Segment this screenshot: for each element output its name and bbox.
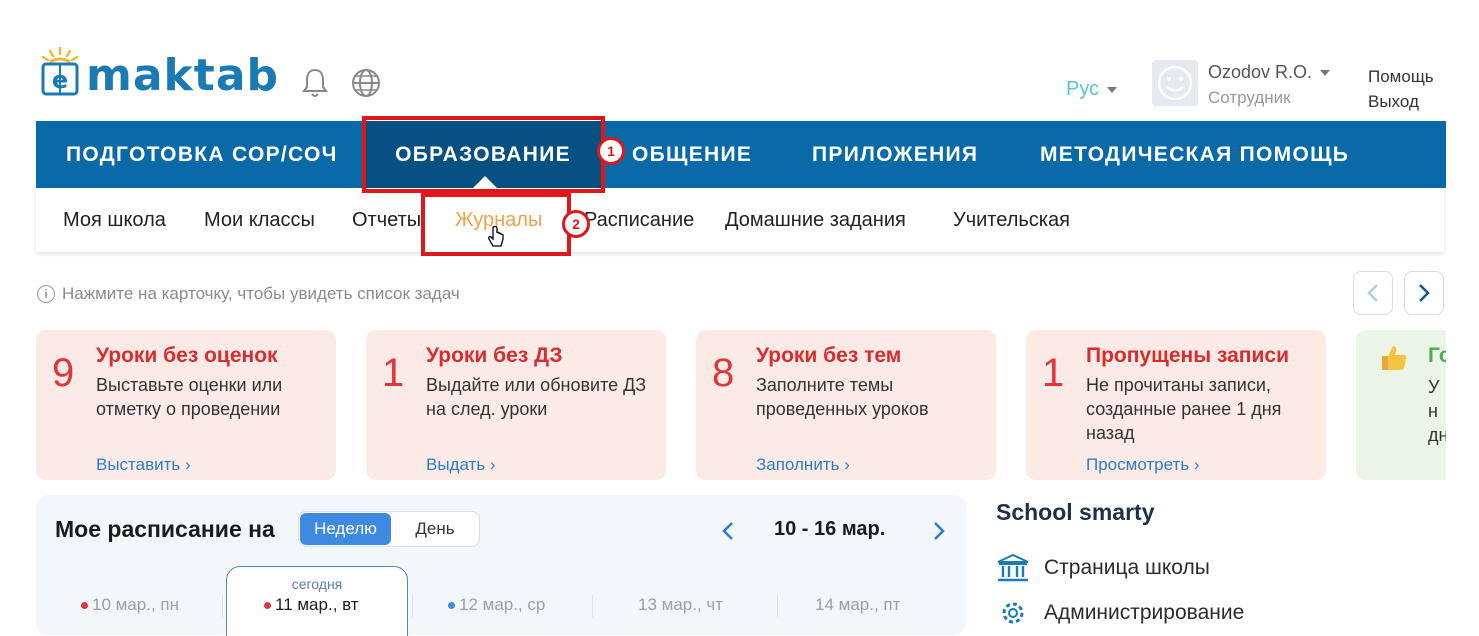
nav-item-sor-soch[interactable]: ПОДГОТОВКА СОР/СОЧ xyxy=(66,121,338,188)
school-name: School smarty xyxy=(996,499,1155,525)
nav-item-methodical-help[interactable]: МЕТОДИЧЕСКАЯ ПОМОЩЬ xyxy=(1040,121,1349,188)
card-description: Выставьте оценки или отметку о проведени… xyxy=(96,375,283,419)
divider xyxy=(777,595,778,617)
subnav-item-reports[interactable]: Отчеты xyxy=(352,188,421,252)
my-schedule-panel: Мое расписание на Неделю День 10 - 16 ма… xyxy=(36,495,966,636)
card-action-link[interactable]: Заполнить › xyxy=(756,455,850,475)
main-nav: ПОДГОТОВКА СОР/СОЧ ОБРАЗОВАНИЕ ОБЩЕНИЕ П… xyxy=(36,121,1446,188)
chevron-left-icon xyxy=(1367,284,1378,302)
card-action-link[interactable]: Выдать › xyxy=(426,455,496,475)
card-title: Пропущены записи xyxy=(1086,344,1289,367)
gear-icon xyxy=(1002,602,1024,624)
logout-link[interactable]: Выход xyxy=(1368,89,1434,114)
help-link[interactable]: Помощь xyxy=(1368,64,1434,89)
card-title: Уроки без тем xyxy=(756,344,902,367)
subnav-item-schedule[interactable]: Расписание xyxy=(584,188,694,252)
user-menu[interactable]: Ozodov R.O. xyxy=(1208,62,1331,83)
chevron-right-icon xyxy=(934,522,945,540)
day-tab-fri[interactable]: 14 мар., пт xyxy=(815,595,900,615)
divider xyxy=(592,595,593,617)
next-week-button[interactable] xyxy=(929,517,949,545)
building-icon xyxy=(997,553,1029,582)
task-card-no-grades[interactable]: 9 Уроки без оценок Выставьте оценки или … xyxy=(36,330,336,480)
day-tab-tue[interactable]: 11 мар., вт xyxy=(264,595,359,615)
subnav-item-homework[interactable]: Домашние задания xyxy=(725,188,906,252)
language-select[interactable]: Рус xyxy=(1066,78,1118,101)
nav-item-applications[interactable]: ПРИЛОЖЕНИЯ xyxy=(812,121,978,188)
card-description: Не прочитаны записи, созданные ранее 1 д… xyxy=(1086,375,1282,443)
task-card-done[interactable]: Го У н дн xyxy=(1356,330,1446,480)
svg-text:e: e xyxy=(52,66,68,94)
administration-link[interactable]: Администрирование xyxy=(996,598,1244,628)
toggle-week-button[interactable]: Неделю xyxy=(300,513,391,545)
day-tab-wed[interactable]: 12 мар., ср xyxy=(448,595,545,615)
logo-text: maktab xyxy=(86,50,280,101)
school-page-link[interactable]: Страница школы xyxy=(996,553,1210,583)
card-title: Уроки без оценок xyxy=(96,344,278,367)
card-count: 1 xyxy=(1042,351,1065,395)
chevron-down-icon xyxy=(1107,86,1118,93)
card-action-link[interactable]: Выставить › xyxy=(96,455,191,475)
status-dot xyxy=(264,601,271,609)
schedule-title: Мое расписание на xyxy=(55,516,275,542)
card-action-link[interactable]: Просмотреть › xyxy=(1086,455,1200,475)
card-title: Го xyxy=(1428,344,1446,367)
step-badge-2: 2 xyxy=(562,210,590,238)
bell-icon[interactable] xyxy=(298,66,332,100)
logo[interactable]: e maktab xyxy=(40,42,279,98)
prev-week-button[interactable] xyxy=(718,517,738,545)
user-role: Сотрудник xyxy=(1208,88,1291,107)
day-tab-thu[interactable]: 13 мар., чт xyxy=(638,595,723,615)
card-count: 9 xyxy=(52,351,75,395)
subnav-item-my-classes[interactable]: Мои классы xyxy=(204,188,315,252)
card-description: Выдайте или обновите ДЗ на след. уроки xyxy=(426,375,647,419)
chevron-right-icon xyxy=(1419,284,1430,302)
info-icon: i xyxy=(37,285,55,303)
task-card-no-homework[interactable]: 1 Уроки без ДЗ Выдайте или обновите ДЗ н… xyxy=(366,330,666,480)
schedule-period-toggle: Неделю День xyxy=(298,511,480,547)
divider xyxy=(412,595,413,617)
today-label: сегодня xyxy=(291,576,343,592)
subnav-item-my-school[interactable]: Моя школа xyxy=(63,188,166,252)
day-tab-mon[interactable]: 10 мар., пн xyxy=(81,595,179,615)
card-description: У н дн xyxy=(1428,377,1446,445)
sub-nav: Моя школа Мои классы Отчеты Журналы Расп… xyxy=(36,188,1444,252)
highlight-box-step-1 xyxy=(362,116,605,193)
nav-item-communication[interactable]: ОБЩЕНИЕ xyxy=(632,121,752,188)
user-name: Ozodov R.O. xyxy=(1208,62,1313,82)
chevron-down-icon xyxy=(1320,69,1331,76)
info-hint-text: Нажмите на карточку, чтобы увидеть списо… xyxy=(62,284,460,303)
globe-icon[interactable] xyxy=(349,66,383,100)
card-count: 8 xyxy=(712,351,735,395)
card-description: Заполните темы проведенных уроков xyxy=(756,375,929,419)
card-count: 1 xyxy=(382,351,405,395)
chevron-left-icon xyxy=(722,522,733,540)
hand-cursor-icon xyxy=(487,225,505,255)
status-dot xyxy=(81,601,88,609)
avatar[interactable] xyxy=(1152,60,1198,106)
info-hint: i Нажмите на карточку, чтобы увидеть спи… xyxy=(37,284,460,304)
logo-book-icon: e xyxy=(40,46,80,98)
divider xyxy=(222,595,223,617)
subnav-item-teachers-room[interactable]: Учительская xyxy=(953,188,1070,252)
task-card-missed-records[interactable]: 1 Пропущены записи Не прочитаны записи, … xyxy=(1026,330,1326,480)
card-title: Уроки без ДЗ xyxy=(426,344,563,367)
week-range: 10 - 16 мар. xyxy=(774,518,886,540)
step-badge-1: 1 xyxy=(597,137,625,165)
task-card-no-topics[interactable]: 8 Уроки без тем Заполните темы проведенн… xyxy=(696,330,996,480)
toggle-day-button[interactable]: День xyxy=(391,513,479,545)
thumbs-up-icon xyxy=(1378,342,1410,379)
status-dot xyxy=(448,601,455,609)
language-label: Рус xyxy=(1066,78,1100,100)
cards-prev-button[interactable] xyxy=(1353,271,1393,315)
cards-next-button[interactable] xyxy=(1404,271,1444,315)
